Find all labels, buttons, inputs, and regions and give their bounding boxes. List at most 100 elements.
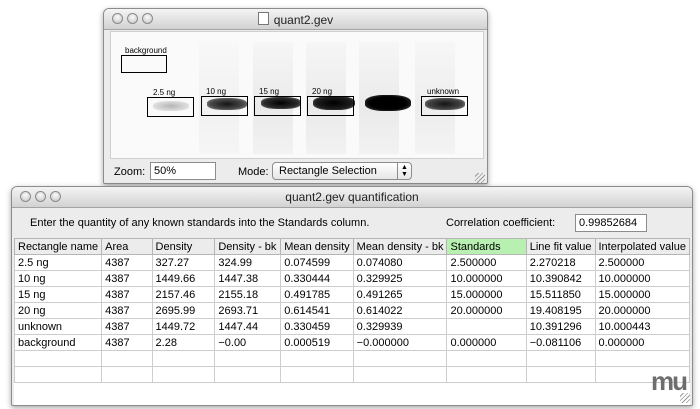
rect-label-20ng: 20 ng (312, 87, 333, 96)
table-cell: 0.000000 (594, 334, 690, 351)
column-header[interactable]: Area (101, 238, 153, 255)
table-cell: 4387 (101, 286, 153, 303)
table-cell: 2695.99 (151, 302, 216, 319)
table-cell: 327.27 (151, 254, 216, 271)
table-cell: 0.491785 (280, 286, 354, 303)
table-cell (151, 366, 216, 383)
selection-rect-10ng[interactable] (201, 96, 248, 116)
quantification-table-wrap[interactable]: Rectangle name Area Density Density - bk Mea… (14, 238, 690, 405)
column-header[interactable]: Density - bk (214, 238, 282, 255)
column-header[interactable]: Density (151, 238, 216, 255)
table-cell (151, 350, 216, 367)
table-cell: 0.330459 (280, 318, 354, 335)
table-cell (525, 366, 596, 383)
quantification-table[interactable]: Rectangle name Area Density Density - bk Mea… (14, 238, 690, 383)
mode-select[interactable]: Rectangle Selection ▲ ▼ (272, 162, 412, 180)
table-cell (14, 350, 103, 367)
table-cell: 0.614541 (280, 302, 354, 319)
table-row[interactable]: 15 ng 4387 2157.46 2155.18 0.491785 0.491265 1… (14, 286, 690, 303)
standards-cell[interactable]: 20.000000 (446, 302, 527, 319)
table-cell: 1447.38 (214, 270, 282, 287)
selection-rect-15ng[interactable] (254, 96, 301, 116)
table-cell: −0.000000 (352, 334, 448, 351)
standards-cell[interactable] (446, 318, 527, 335)
table-cell: 2.500000 (594, 254, 690, 271)
table-cell: 0.614022 (352, 302, 448, 319)
table-row[interactable]: 20 ng 4387 2695.99 2693.71 0.614541 0.614022 2… (14, 302, 690, 319)
column-header[interactable]: Mean density - bk (352, 238, 448, 255)
column-header[interactable]: Rectangle name (14, 238, 103, 255)
selection-rect-2-5ng[interactable] (147, 97, 194, 117)
correlation-label: Correlation coefficient: (446, 217, 556, 229)
table-cell: 15.000000 (594, 286, 690, 303)
table-cell: 19.408195 (525, 302, 596, 319)
rect-label-background: background (125, 46, 167, 55)
resize-grip-icon[interactable] (475, 173, 485, 183)
correlation-field[interactable]: 0.99852684 (575, 214, 647, 232)
gel-image[interactable]: background 2.5 ng 10 ng 15 ng 20 ng unkn… (110, 31, 484, 159)
table-row[interactable] (14, 366, 690, 383)
rect-label-unknown: unknown (427, 87, 460, 96)
table-cell: 15 ng (14, 286, 103, 303)
table-cell: 0.491265 (352, 286, 448, 303)
table-cell: 10.390842 (525, 270, 596, 287)
table-cell: 10 ng (14, 270, 103, 287)
selection-rect-background[interactable] (121, 55, 167, 73)
table-cell: 324.99 (214, 254, 282, 271)
table-cell (101, 366, 153, 383)
table-cell: 2693.71 (214, 302, 282, 319)
table-cell (214, 350, 282, 367)
table-cell: 0.000519 (280, 334, 354, 351)
table-cell: 20.000000 (594, 302, 690, 319)
resize-grip-icon[interactable] (680, 393, 690, 403)
column-header[interactable]: Mean density (280, 238, 354, 255)
rect-label-10ng: 10 ng (206, 87, 227, 96)
column-header[interactable]: Interpolated value (594, 238, 690, 255)
standards-cell[interactable]: 0.000000 (446, 334, 527, 351)
mode-label: Mode: (238, 166, 269, 178)
table-cell: 20 ng (14, 302, 103, 319)
table-cell (280, 366, 354, 383)
standards-cell[interactable]: 10.000000 (446, 270, 527, 287)
selection-rect-unknown[interactable] (421, 96, 468, 116)
zoom-label: Zoom: (114, 166, 146, 178)
table-cell (101, 350, 153, 367)
selection-rect-20ng[interactable] (307, 96, 354, 116)
standards-cell[interactable] (446, 366, 527, 383)
gel-band (365, 95, 411, 111)
table-row[interactable]: 10 ng 4387 1449.66 1447.38 0.330444 0.329925 1… (14, 270, 690, 287)
rect-label-2-5ng: 2.5 ng (153, 88, 176, 97)
table-cell (214, 366, 282, 383)
standards-cell[interactable] (446, 350, 527, 367)
table-cell: 0.329939 (352, 318, 448, 335)
table-cell: −0.081106 (525, 334, 596, 351)
table-row[interactable]: unknown 4387 1449.72 1447.44 0.330459 0.32993… (14, 318, 690, 335)
table-cell: 1449.72 (151, 318, 216, 335)
table-cell (280, 350, 354, 367)
table-cell: 4387 (101, 334, 153, 351)
table-cell: 10.000000 (594, 270, 690, 287)
table-cell: 2.28 (151, 334, 216, 351)
gel-titlebar[interactable]: quant2.gev (104, 9, 487, 30)
column-header[interactable]: Line fit value (525, 238, 596, 255)
rect-label-15ng: 15 ng (259, 87, 280, 96)
table-cell: −0.00 (214, 334, 282, 351)
standards-cell[interactable]: 2.500000 (446, 254, 527, 271)
table-cell: background (14, 334, 103, 351)
table-cell: 0.329925 (352, 270, 448, 287)
table-cell (352, 366, 448, 383)
table-row[interactable] (14, 350, 690, 367)
quant-window-title: quant2.gev quantification (285, 190, 419, 204)
table-cell: 2155.18 (214, 286, 282, 303)
table-cell (352, 350, 448, 367)
standards-cell[interactable]: 15.000000 (446, 286, 527, 303)
table-cell: 4387 (101, 318, 153, 335)
zoom-input[interactable]: 50% (150, 162, 216, 180)
table-row[interactable]: 2.5 ng 4387 327.27 324.99 0.074599 0.074080 2.… (14, 254, 690, 271)
column-header[interactable]: Standards (446, 238, 527, 255)
table-cell: 0.074080 (352, 254, 448, 271)
table-row[interactable]: background 4387 2.28 −0.00 0.000519 −0.000000… (14, 334, 690, 351)
quant-titlebar[interactable]: quant2.gev quantification (12, 187, 692, 208)
mode-select-value: Rectangle Selection (279, 165, 377, 177)
gel-toolbar: Zoom: 50% Mode: Rectangle Selection ▲ ▼ (104, 159, 487, 183)
